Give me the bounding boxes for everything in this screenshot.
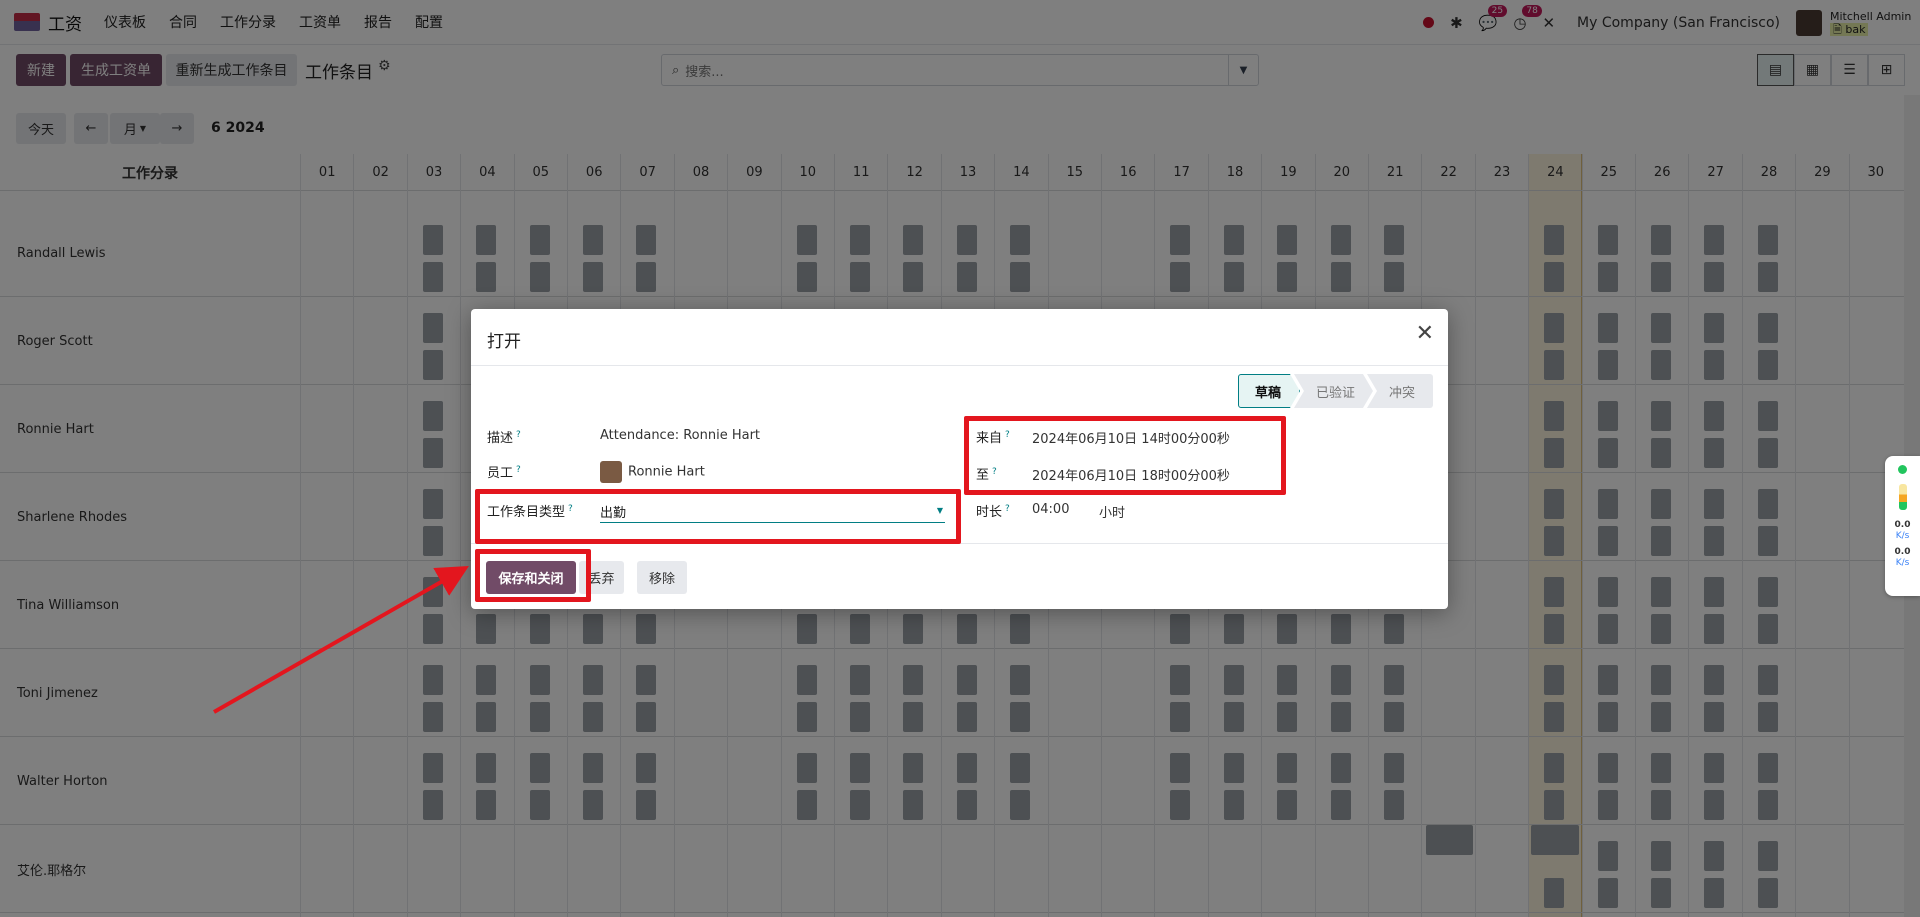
annotation-arrow: [213, 566, 469, 714]
